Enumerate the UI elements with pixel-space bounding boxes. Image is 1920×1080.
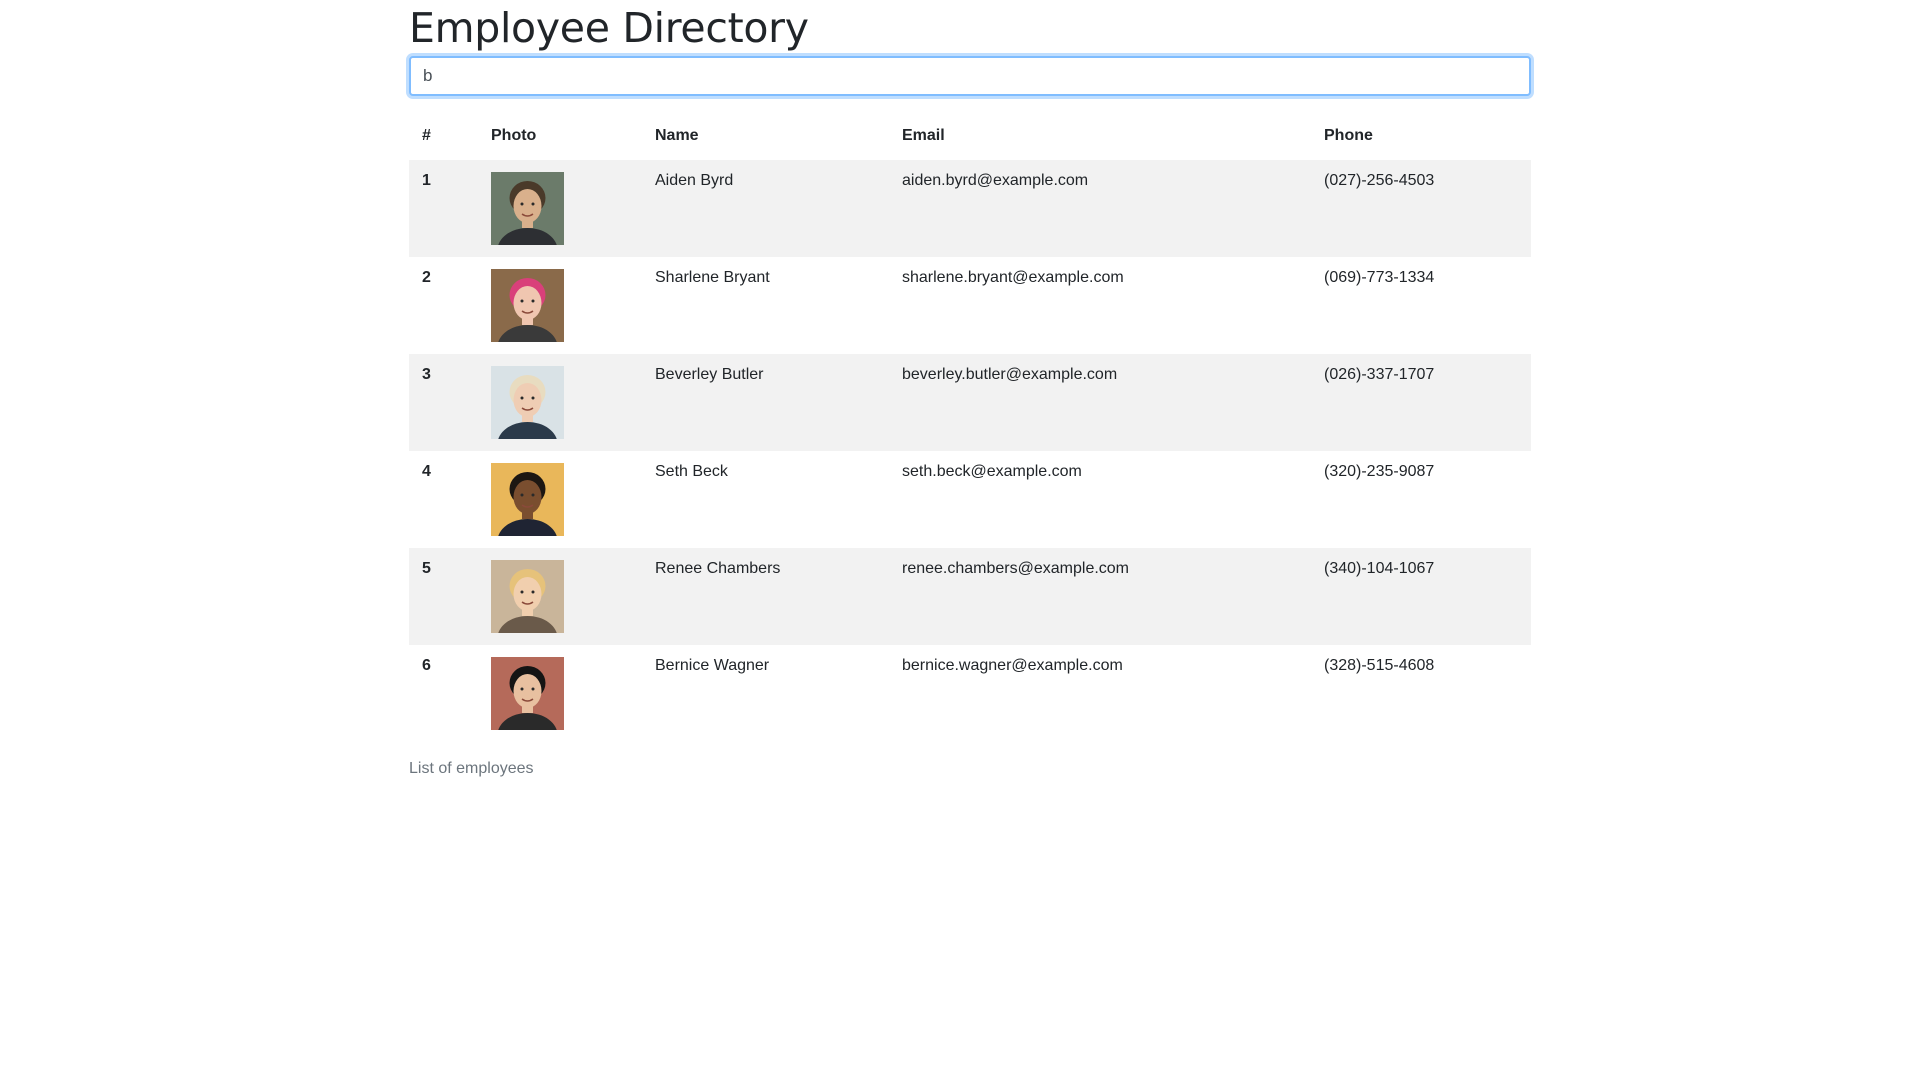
employee-email: beverley.butler@example.com — [902, 366, 1118, 383]
row-index: 6 — [422, 657, 431, 674]
employee-photo — [491, 269, 564, 342]
table-header: # Photo Name Email Phone — [409, 112, 1531, 160]
employee-photo — [491, 657, 564, 730]
employee-photo — [491, 366, 564, 439]
employee-name: Aiden Byrd — [655, 172, 734, 189]
row-index: 2 — [422, 269, 431, 286]
photo-cell — [478, 645, 642, 742]
employee-name: Beverley Butler — [655, 366, 764, 383]
table-row: 5 Renee Chambers renee.chambers@example.… — [409, 548, 1531, 645]
photo-cell — [478, 160, 642, 257]
table-row: 1 Aiden Byrd aiden.byrd@example.com (027… — [409, 160, 1531, 257]
main-container: Employee Directory # Photo Name Email Ph… — [409, 0, 1531, 778]
employee-name: Sharlene Bryant — [655, 269, 770, 286]
header-row: # Photo Name Email Phone — [409, 112, 1531, 160]
employee-phone: (027)-256-4503 — [1324, 172, 1435, 189]
employee-name: Bernice Wagner — [655, 657, 770, 674]
header-phone[interactable]: Phone — [1311, 112, 1531, 160]
photo-cell — [478, 354, 642, 451]
employee-photo — [491, 172, 564, 245]
header-photo[interactable]: Photo — [478, 112, 642, 160]
photo-cell — [478, 257, 642, 354]
employee-phone: (328)-515-4608 — [1324, 657, 1435, 674]
table-body: 1 Aiden Byrd aiden.byrd@example.com (027… — [409, 160, 1531, 742]
employee-name: Renee Chambers — [655, 560, 781, 577]
employee-email: renee.chambers@example.com — [902, 560, 1130, 577]
photo-cell — [478, 548, 642, 645]
row-index: 1 — [422, 172, 431, 189]
employee-email: aiden.byrd@example.com — [902, 172, 1089, 189]
row-index: 4 — [422, 463, 431, 480]
employee-phone: (069)-773-1334 — [1324, 269, 1435, 286]
table-row: 2 Sharlene Bryant sharlene.bryant@exampl… — [409, 257, 1531, 354]
employee-name: Seth Beck — [655, 463, 728, 480]
table-row: 6 Bernice Wagner bernice.wagner@example.… — [409, 645, 1531, 742]
employee-email: sharlene.bryant@example.com — [902, 269, 1124, 286]
row-index: 5 — [422, 560, 431, 577]
employee-photo — [491, 560, 564, 633]
employee-phone: (026)-337-1707 — [1324, 366, 1435, 383]
table-row: 3 Beverley Butler beverley.butler@exampl… — [409, 354, 1531, 451]
row-index: 3 — [422, 366, 431, 383]
header-index[interactable]: # — [409, 112, 478, 160]
employee-phone: (320)-235-9087 — [1324, 463, 1435, 480]
page-title: Employee Directory — [409, 4, 809, 52]
employee-table: # Photo Name Email Phone 1 Aiden Byrd ai… — [409, 112, 1531, 742]
employee-email: seth.beck@example.com — [902, 463, 1082, 480]
employee-photo — [491, 463, 564, 536]
table-caption: List of employees — [409, 760, 534, 777]
header-name[interactable]: Name — [642, 112, 889, 160]
employee-phone: (340)-104-1067 — [1324, 560, 1435, 577]
table-row: 4 Seth Beck seth.beck@example.com (320)-… — [409, 451, 1531, 548]
search-input[interactable] — [409, 56, 1531, 96]
employee-email: bernice.wagner@example.com — [902, 657, 1123, 674]
header-email[interactable]: Email — [889, 112, 1311, 160]
photo-cell — [478, 451, 642, 548]
